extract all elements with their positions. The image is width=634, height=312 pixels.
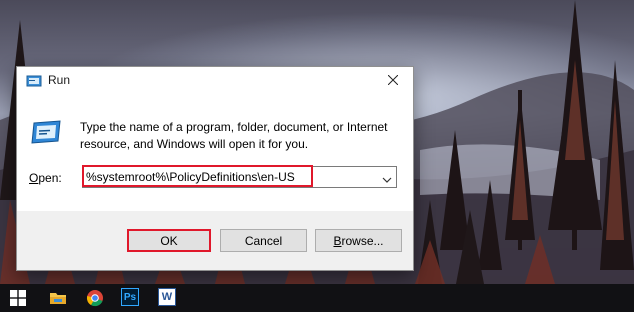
- ok-button[interactable]: OK: [127, 229, 211, 252]
- photoshop-icon[interactable]: Ps: [121, 288, 141, 308]
- taskbar: Ps W: [0, 284, 634, 312]
- dialog-title: Run: [48, 73, 71, 87]
- chevron-down-icon[interactable]: [382, 172, 392, 183]
- cancel-button[interactable]: Cancel: [220, 229, 307, 252]
- browse-button[interactable]: Browse...: [315, 229, 402, 252]
- dialog-description: Type the name of a program, folder, docu…: [80, 120, 388, 151]
- open-combobox[interactable]: %systemroot%\PolicyDefinitions\en-US: [82, 166, 397, 188]
- word-label: W: [158, 288, 176, 306]
- close-button[interactable]: [373, 67, 413, 95]
- photoshop-label: Ps: [121, 288, 139, 306]
- chrome-icon[interactable]: [85, 288, 105, 308]
- open-input[interactable]: %systemroot%\PolicyDefinitions\en-US: [86, 170, 295, 184]
- file-explorer-icon[interactable]: [48, 288, 68, 308]
- word-icon[interactable]: W: [158, 288, 178, 308]
- title-bar[interactable]: Run: [17, 67, 413, 95]
- open-label: Open:: [29, 171, 62, 185]
- windows-start-icon[interactable]: [10, 290, 26, 306]
- run-icon: [26, 74, 42, 88]
- run-dialog: Run Type the name of a program, folder, …: [16, 66, 414, 271]
- button-bar: OK Cancel Browse...: [17, 211, 413, 270]
- run-icon: [30, 119, 62, 145]
- close-icon: [387, 72, 399, 90]
